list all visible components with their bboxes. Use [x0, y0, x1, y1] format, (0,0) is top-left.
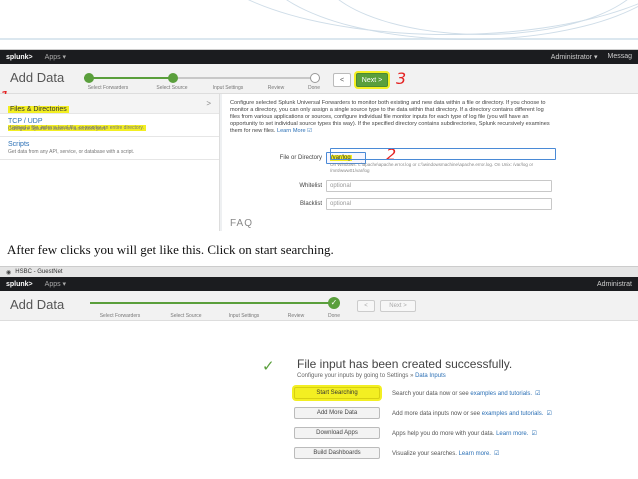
step-dot [310, 73, 320, 83]
blacklist-input[interactable]: optional [326, 198, 552, 210]
learn-more-link[interactable]: Learn more. [459, 451, 491, 457]
user-menu[interactable]: Administrator ▾ [551, 53, 598, 61]
success-title: File input has been created successfully… [297, 357, 513, 371]
file-directory-help: On Windows: c:\apache\apache.error.log o… [330, 162, 534, 173]
browser-icon: ◉ [6, 269, 12, 276]
download-apps-button[interactable]: Download Apps [294, 427, 380, 439]
whitelist-row: Whitelist optional [222, 180, 552, 192]
step-label: Input Settings [228, 313, 260, 319]
action-row-start-searching: Start Searching Search your data now or … [294, 387, 540, 399]
user-menu[interactable]: Administrat [597, 281, 632, 288]
step-label: Select Source [170, 313, 202, 319]
screenshot-done: ◉ HSBC - GuestNet splunk> Apps ▾ Adminis… [0, 266, 638, 479]
learn-more-link[interactable]: Learn more. [496, 431, 528, 437]
source-item-files-directories[interactable]: Files & Directories Upload a file, index… [0, 94, 219, 131]
examples-link[interactable]: examples and tutorials. [482, 411, 544, 417]
step-dot-current [168, 73, 178, 83]
source-config-panel: Configure selected Splunk Universal Forw… [222, 94, 638, 231]
data-inputs-link[interactable]: Data Inputs [415, 373, 446, 379]
source-desc: Configure Splunk to listen on a network … [8, 126, 107, 132]
wizard-steps: Select Forwarders Select Source Input Se… [84, 72, 320, 92]
step-label: Select Source [156, 85, 188, 91]
source-title: TCP / UDP [8, 118, 43, 125]
previous-button[interactable]: < [333, 73, 351, 87]
action-text: Visualize your searches. Learn more. ☑ [392, 450, 500, 457]
action-text: Apps help you do more with your data. Le… [392, 430, 537, 437]
add-data-header: Add Data Select Forwarders Select Source… [0, 64, 638, 94]
check-icon: ✓ [328, 297, 340, 309]
next-button[interactable]: Next > [380, 300, 416, 312]
source-list: 1 Files & Directories Upload a file, ind… [0, 88, 220, 231]
step-dot [84, 73, 94, 83]
source-item-scripts[interactable]: Scripts Get data from any API, service, … [0, 137, 219, 160]
slide-decoration [0, 0, 638, 44]
whitelist-label: Whitelist [299, 183, 322, 189]
start-searching-button[interactable]: Start Searching [294, 387, 380, 399]
next-button[interactable]: Next > [356, 73, 388, 87]
success-subtitle: Configure your inputs by going to Settin… [297, 373, 446, 379]
source-desc: Get data from any API, service, or datab… [8, 149, 135, 155]
action-row-build-dashboards: Build Dashboards Visualize your searches… [294, 447, 499, 459]
blacklist-label: Blacklist [299, 201, 322, 207]
action-text: Add more data inputs now or see examples… [392, 410, 552, 417]
source-title: Scripts [8, 141, 30, 148]
step-label: Select Forwarders [99, 313, 141, 319]
check-icon: ✓ [262, 358, 275, 375]
step-label: Input Settings [212, 85, 244, 91]
slide-caption: After few clicks you will get like this.… [7, 242, 334, 257]
page-title: Add Data [10, 297, 65, 312]
browser-tabstrip: ◉ HSBC - GuestNet [0, 267, 638, 277]
splunk-topbar: splunk> Apps ▾ Administrat [0, 277, 638, 291]
splunk-logo[interactable]: splunk> [6, 54, 33, 61]
splunk-topbar: splunk> Apps ▾ Administrator ▾ Messag [0, 50, 638, 64]
blacklist-row: Blacklist optional [222, 198, 552, 210]
screenshot-select-source: splunk> Apps ▾ Administrator ▾ Messag Ad… [0, 49, 638, 231]
step-label: Review [287, 313, 305, 319]
source-item-tcp-udp[interactable]: TCP / UDP Configure Splunk to listen on … [0, 114, 219, 137]
chevron-right-icon: > [206, 99, 211, 108]
external-link-icon: ☑ [546, 410, 552, 417]
step-label: Done [328, 313, 340, 319]
action-row-add-more-data: Add More Data Add more data inputs now o… [294, 407, 552, 419]
annotation-3: 3 [396, 69, 407, 88]
action-row-download-apps: Download Apps Apps help you do more with… [294, 427, 537, 439]
page-title: Add Data [10, 70, 65, 85]
examples-link[interactable]: examples and tutorials. [470, 391, 532, 397]
add-more-data-button[interactable]: Add More Data [294, 407, 380, 419]
wizard-steps: ✓ Select Forwarders Select Source Input … [90, 297, 340, 319]
whitelist-input[interactable]: optional [326, 180, 552, 192]
source-description: Configure selected Splunk Universal Forw… [230, 100, 550, 134]
previous-button[interactable]: < [357, 300, 375, 312]
step-label: Done [308, 85, 320, 91]
add-data-header: Add Data ✓ Select Forwarders Select Sour… [0, 291, 638, 321]
external-link-icon: ☑ [493, 450, 500, 457]
browser-tab[interactable]: HSBC - GuestNet [15, 269, 62, 275]
messages-menu[interactable]: Messag [607, 53, 632, 61]
build-dashboards-button[interactable]: Build Dashboards [294, 447, 380, 459]
action-text: Search your data now or see examples and… [392, 390, 541, 397]
splunk-logo[interactable]: splunk> [6, 281, 33, 288]
apps-menu[interactable]: Apps ▾ [45, 280, 66, 288]
faq-heading: FAQ [230, 218, 254, 229]
step-label: Review [267, 85, 285, 91]
step-label: Select Forwarders [87, 85, 129, 91]
source-title: Files & Directories [8, 106, 69, 113]
external-link-icon: ☑ [531, 430, 537, 437]
external-link-icon: ☑ [535, 390, 541, 397]
learn-more-link[interactable]: Learn More ☑ [277, 128, 312, 134]
apps-menu[interactable]: Apps ▾ [45, 53, 66, 61]
file-directory-label: File or Directory [279, 154, 322, 161]
